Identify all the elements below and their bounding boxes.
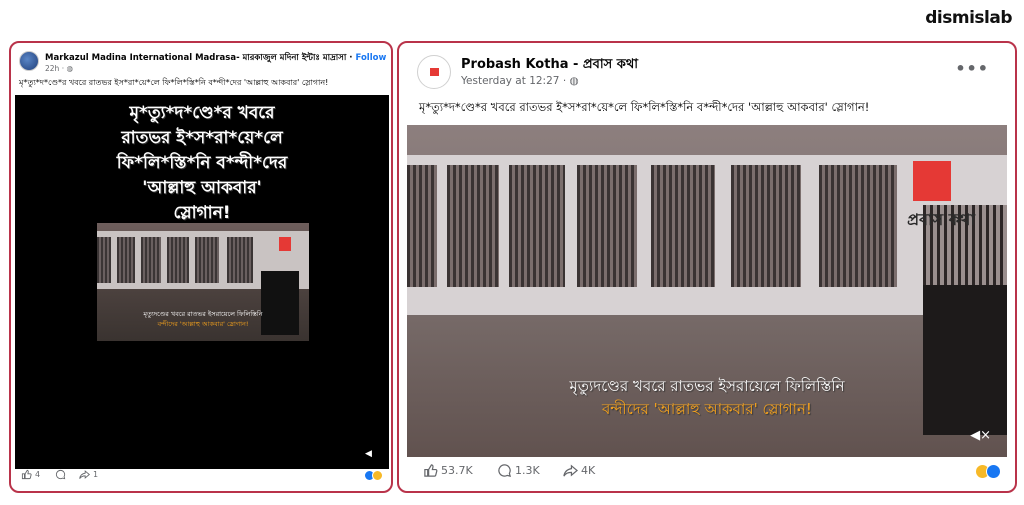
left-post-card: Markazul Madina International Madrasa- ম… <box>9 41 393 493</box>
right-subtitle: মৃত্যুদণ্ডের খবরে রাতভর ইসরায়েলে ফিলিস্… <box>569 377 845 395</box>
logo-mark <box>279 237 291 251</box>
left-video-overlay-text: মৃ*ত্যু*দ*ণ্ডে*র খবরে রাতভর ই*স*রা*য়ে*ল… <box>116 103 288 223</box>
like-button[interactable]: 4 <box>21 469 40 480</box>
right-author-name[interactable]: Probash Kotha - প্রবাস কথা <box>461 55 638 76</box>
follow-button[interactable]: Follow <box>355 53 386 63</box>
thumbs-up-icon <box>21 469 32 480</box>
sad-reaction-icon <box>372 470 383 481</box>
left-post-time[interactable]: 22h <box>45 64 59 73</box>
right-share-count: 4K <box>581 464 596 477</box>
left-share-count: 1 <box>93 470 99 479</box>
right-post-time[interactable]: Yesterday at 12:27 <box>461 75 559 87</box>
comment-icon <box>498 464 511 477</box>
left-inner-subtitle-highlight: বন্দীদের 'আল্লাহু আকবার' স্লোগান! <box>157 320 249 328</box>
share-icon <box>563 464 578 477</box>
left-author-avatar[interactable] <box>19 51 39 71</box>
right-post-actions: 53.7K 1.3K 4K <box>423 463 1001 483</box>
left-author-name[interactable]: Markazul Madina International Madrasa- ম… <box>45 53 346 63</box>
left-embedded-video-frame: মৃত্যুদণ্ডের খবরে রাতভর ইসরায়েলে ফিলিস্… <box>97 223 309 341</box>
right-post-header: Probash Kotha - প্রবাস কথা Yesterday at … <box>417 53 1003 93</box>
right-video-player[interactable]: প্রবাস কথা মৃত্যুদণ্ডের খবরে রাতভর ইসরায… <box>407 125 1007 457</box>
volume-icon[interactable]: ◀× <box>970 428 991 443</box>
dismislab-logo: dismislab <box>925 8 1012 28</box>
comment-icon <box>55 469 66 480</box>
like-reaction-icon <box>986 464 1001 479</box>
comment-button[interactable] <box>55 469 66 480</box>
like-button[interactable]: 53.7K <box>423 463 473 478</box>
share-button[interactable]: 1 <box>79 469 98 480</box>
right-author-avatar[interactable] <box>417 55 451 89</box>
left-post-actions: 4 1 <box>21 469 383 485</box>
right-reaction-count: 53.7K <box>441 464 473 477</box>
comment-button[interactable]: 1.3K <box>497 463 540 478</box>
reaction-icons[interactable] <box>975 464 1001 479</box>
right-watermark: প্রবাস কথা <box>907 210 975 229</box>
right-post-card: Probash Kotha - প্রবাস কথা Yesterday at … <box>397 41 1017 493</box>
globe-icon: · ◍ <box>61 64 73 73</box>
share-button[interactable]: 4K <box>563 463 595 478</box>
thumbs-up-icon <box>424 464 438 477</box>
left-video-player[interactable]: মৃ*ত্যু*দ*ণ্ডে*র খবরে রাতভর ই*স*রা*য়ে*ল… <box>15 95 389 469</box>
more-options-icon[interactable]: ••• <box>955 59 989 78</box>
left-like-count: 4 <box>35 470 41 479</box>
globe-icon: · ◍ <box>562 75 579 87</box>
reaction-icons[interactable] <box>364 470 383 481</box>
left-post-caption: মৃ*ত্যু*দ*ণ্ডে*র খবরে রাতভর ইস*রা*য়ে*লে… <box>19 78 329 87</box>
right-post-caption: মৃ*ত্যু*দ*ণ্ডে*র খবরে রাতভর ই*স*রা*য়ে*ল… <box>419 100 870 114</box>
logo-mark <box>913 161 951 201</box>
right-subtitle-highlight: বন্দীদের 'আল্লাহু আকবার' স্লোগান! <box>602 400 812 418</box>
right-comment-count: 1.3K <box>515 464 540 477</box>
left-post-header: Markazul Madina International Madrasa- ম… <box>19 49 386 77</box>
share-icon <box>79 470 90 479</box>
volume-icon[interactable]: ◀ <box>365 449 377 459</box>
